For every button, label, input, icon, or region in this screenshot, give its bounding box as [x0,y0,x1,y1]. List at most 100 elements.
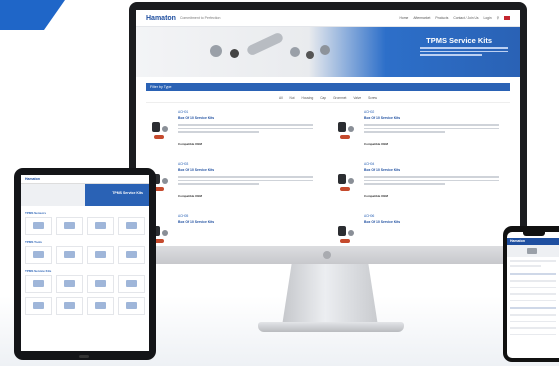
tablet-product-card[interactable] [87,297,114,315]
product-name[interactable]: Box Of 10 Service Kits [364,168,504,172]
tablet-product-card[interactable] [56,246,83,264]
nav-item-login[interactable]: Login [484,16,492,20]
product-code: ACH01 [178,110,189,114]
product-code: ACH03 [178,162,189,166]
product-thumbnail[interactable] [336,224,356,246]
filter-bar: Filter by Type [146,83,510,91]
product-code: ACH05 [178,214,189,218]
nav-item-contact[interactable]: Contact / Join Us [453,16,478,20]
hero-product-image [150,31,340,71]
tablet-card-row [21,217,149,235]
filter-tab-nut[interactable]: Nut [290,96,295,100]
phone-device: Hamaton [503,226,559,362]
monitor-stand-base [258,322,404,332]
tablet-product-card[interactable] [56,297,83,315]
tablet-product-card[interactable] [25,217,52,235]
tablet-product-card[interactable] [25,275,52,293]
product-description [364,176,499,187]
filter-tab-grommet[interactable]: Grommet [333,96,346,100]
phone-list-line [510,299,556,301]
phone-text-line [510,265,542,267]
tablet-site-logo[interactable]: Hamaton [25,177,40,181]
background-accent-stripe [0,0,65,30]
phone-screen: Hamaton [507,232,559,358]
product-card[interactable]: ACH05 Box Of 10 Service Kits [148,214,322,246]
tablet-section-title: TPMS Service Kits [25,269,52,273]
tablet-card-row [21,275,149,293]
product-grid: ACH01 Box Of 10 Service Kits Compatible … [148,110,508,246]
tablet-product-card[interactable] [87,275,114,293]
product-card[interactable]: ACH03 Box Of 10 Service Kits Compatible … [148,162,322,204]
tablet-section-title: TPMS Sensors [25,211,47,215]
phone-list-line [510,333,556,335]
nav-item-home[interactable]: Home [400,16,409,20]
product-compat-label: Compatible OEM [178,142,203,146]
product-name[interactable]: Box Of 10 Service Kits [178,116,318,120]
tablet-card-row [21,297,149,315]
language-flag-icon[interactable] [504,16,510,20]
filter-tab-housing[interactable]: Housing [302,96,314,100]
monitor-brand-icon [323,251,331,259]
tablet-product-card[interactable] [56,217,83,235]
hero-banner: TPMS Service Kits [136,27,520,77]
product-name[interactable]: Box Of 10 Service Kits [178,168,318,172]
tablet-product-card[interactable] [118,297,145,315]
tablet-device: Hamaton TPMS Service Kits TPMS Sensors T… [14,168,156,360]
product-description [178,124,313,135]
product-card[interactable]: ACH02 Box Of 10 Service Kits Compatible … [334,110,508,152]
product-card[interactable]: ACH04 Box Of 10 Service Kits Compatible … [334,162,508,204]
filter-tabs: All Nut Housing Cap Grommet Valve Screw [146,94,510,103]
tablet-product-card[interactable] [56,275,83,293]
product-card[interactable]: ACH01 Box Of 10 Service Kits Compatible … [148,110,322,152]
product-code: ACH04 [364,162,375,166]
product-thumbnail[interactable] [336,172,356,196]
monitor-chin [129,246,527,264]
phone-list-line [510,327,556,329]
phone-list-line [510,320,556,322]
tablet-product-card[interactable] [25,246,52,264]
tablet-product-card[interactable] [25,297,52,315]
desktop-monitor: Hamaton Commitment to Perfection Home Af… [129,2,527,264]
site-logo[interactable]: Hamaton [146,15,176,22]
site-header: Hamaton Commitment to Perfection Home Af… [136,10,520,27]
filter-tab-all[interactable]: All [279,96,283,100]
tablet-section-title: TPMS Tools [25,240,42,244]
product-compat-label: Compatible OEM [178,194,203,198]
nav-item-aftermarket[interactable]: Aftermarket [413,16,430,20]
filter-tab-screw[interactable]: Screw [368,96,377,100]
search-icon[interactable]: ⚲ [497,16,499,20]
product-description [364,124,499,135]
filter-tab-cap[interactable]: Cap [320,96,326,100]
phone-section-bar [510,307,556,309]
tablet-product-card[interactable] [118,275,145,293]
phone-list-line [510,293,556,295]
nav-item-products[interactable]: Products [435,16,448,20]
phone-hero-image [507,245,559,257]
tablet-product-card[interactable] [118,246,145,264]
monitor-stand [282,264,378,326]
tablet-product-card[interactable] [118,217,145,235]
tablet-card-row [21,246,149,264]
product-name[interactable]: Box Of 10 Service Kits [364,220,504,224]
phone-list-line [510,280,556,282]
tablet-product-card[interactable] [87,246,114,264]
phone-list-line [510,286,556,288]
product-name[interactable]: Box Of 10 Service Kits [364,116,504,120]
phone-list-line [510,314,556,316]
tablet-hero-banner: TPMS Service Kits [21,184,149,206]
filter-tab-valve[interactable]: Valve [353,96,361,100]
product-name[interactable]: Box Of 10 Service Kits [178,220,318,224]
product-compat-label: Compatible OEM [364,142,389,146]
phone-section-bar [510,273,556,275]
product-code: ACH06 [364,214,375,218]
site-nav: Home Aftermarket Products Contact / Join… [400,16,510,20]
phone-notch [523,232,545,236]
tablet-product-card[interactable] [87,217,114,235]
phone-site-logo[interactable]: Hamaton [507,238,559,245]
product-card[interactable]: ACH06 Box Of 10 Service Kits [334,214,508,246]
hero-title: TPMS Service Kits [426,36,492,45]
tablet-hero-title: TPMS Service Kits [112,191,143,195]
product-compat-label: Compatible OEM [364,194,389,198]
product-thumbnail[interactable] [150,120,170,144]
product-thumbnail[interactable] [336,120,356,144]
